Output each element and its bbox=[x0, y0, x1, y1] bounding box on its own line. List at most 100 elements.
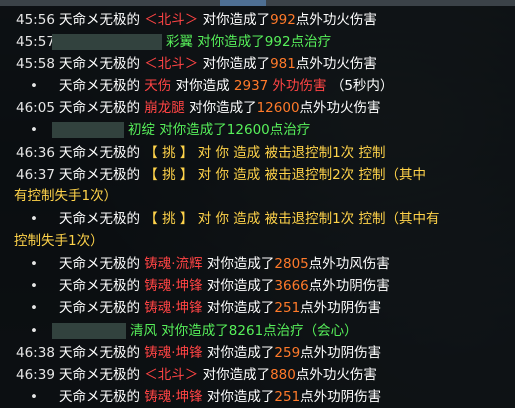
log-line: • 天命メ无极的 【 挑 】 对 你 造成 被击退控制1次 控制（其中有 bbox=[0, 208, 515, 230]
damage-type: 点外功火伤害 bbox=[295, 12, 377, 28]
log-line: 46:39 天命メ无极的 ＜北斗＞ 对你造成了880点外功火伤害 bbox=[0, 364, 515, 386]
timestamp: 46:05 bbox=[16, 100, 55, 116]
verb: 对你造成了 bbox=[206, 345, 275, 361]
game-scene-background: 45:56 天命メ无极的 ＜北斗＞ 对你造成了992点外功火伤害 45:57 彩… bbox=[0, 0, 515, 408]
verb: 对你造成了 bbox=[206, 300, 275, 316]
timestamp: 45:56 bbox=[16, 12, 55, 28]
skill-name: 崩龙腿 bbox=[144, 100, 185, 116]
attacker: 天命メ无极的 bbox=[59, 100, 140, 116]
obscured-name bbox=[52, 122, 124, 138]
skill-name: ＜北斗＞ bbox=[144, 12, 199, 28]
damage-number: 992 bbox=[270, 12, 296, 28]
bullet-dot: • bbox=[30, 278, 38, 294]
damage-number: 981 bbox=[270, 56, 296, 72]
attacker: 天命メ无极的 bbox=[59, 145, 140, 161]
damage-number: 2937 bbox=[233, 78, 269, 94]
log-line: • 天命メ无极的 铸魂·坤锋 对你造成了251点外功阴伤害 bbox=[0, 386, 515, 408]
log-line: 45:56 天命メ无极的 ＜北斗＞ 对你造成了992点外功火伤害 bbox=[0, 9, 515, 31]
log-line: 46:38 天命メ无极的 铸魂·坤锋 对你造成了259点外功阴伤害 bbox=[0, 342, 515, 364]
word: 控制（其中有 bbox=[358, 211, 440, 227]
verb: 对你造成了 bbox=[202, 56, 271, 72]
bullet-dot: • bbox=[30, 122, 38, 138]
word: 对 bbox=[197, 145, 212, 161]
skill-name: ＜北斗＞ bbox=[144, 56, 199, 72]
attacker: 天命メ无极的 bbox=[59, 12, 140, 28]
healer-name: 初绽 bbox=[128, 122, 155, 138]
heal-text: 对你造成了12600点治疗 bbox=[159, 122, 311, 138]
verb: 对你造成了 bbox=[202, 12, 271, 28]
attacker: 天命メ无极的 bbox=[59, 278, 140, 294]
skill-name: 铸魂·坤锋 bbox=[144, 300, 203, 316]
log-line: 45:57 彩翼 对你造成了992点治疗 bbox=[0, 31, 515, 53]
timestamp: 46:37 bbox=[16, 167, 55, 183]
damage-number: 259 bbox=[274, 345, 301, 361]
verb: 对你造成了 bbox=[206, 278, 275, 294]
control-effect: 被击退控制2次 bbox=[264, 167, 355, 183]
log-line: • 天命メ无极的 铸魂·坤锋 对你造成了251点外功阴伤害 bbox=[0, 297, 515, 319]
attacker: 天命メ无极的 bbox=[59, 367, 140, 383]
word: 对 bbox=[197, 167, 212, 183]
wrapped-text: 有控制失手1次） bbox=[14, 188, 118, 204]
skill-name: 【 挑 】 bbox=[144, 145, 194, 161]
log-line: 45:58 天命メ无极的 ＜北斗＞ 对你造成了981点外功火伤害 bbox=[0, 53, 515, 75]
verb: 对你造成了 bbox=[206, 256, 275, 272]
timestamp: 46:39 bbox=[16, 367, 55, 383]
skill-name: 铸魂·坤锋 bbox=[144, 389, 203, 405]
heal-text: 对你造成了992点治疗 bbox=[197, 34, 332, 50]
log-line-wrap: 控制失手1次） bbox=[0, 230, 515, 252]
skill-name: ＜北斗＞ bbox=[144, 367, 199, 383]
skill-name: 天伤 bbox=[144, 78, 172, 94]
damage-type: 点外功火伤害 bbox=[299, 100, 381, 116]
verb: 对你造成 bbox=[175, 78, 230, 94]
skill-name: 【 挑 】 bbox=[144, 167, 194, 183]
bullet-dot: • bbox=[30, 323, 38, 339]
attacker: 天命メ无极的 bbox=[59, 300, 140, 316]
obscured-name bbox=[52, 34, 162, 50]
bullet-dot: • bbox=[30, 300, 38, 316]
heal-text: 对你造成了8261点治疗（会心） bbox=[161, 323, 358, 339]
damage-type: 点外功火伤害 bbox=[295, 56, 377, 72]
timestamp: 45:58 bbox=[16, 56, 55, 72]
attacker: 天命メ无极的 bbox=[59, 167, 140, 183]
log-line: • 初绽 对你造成了12600点治疗 bbox=[0, 119, 515, 141]
skill-name: 【 挑 】 bbox=[144, 211, 194, 227]
control-effect: 被击退控制1次 bbox=[264, 211, 355, 227]
skill-name: 铸魂·流辉 bbox=[144, 256, 203, 272]
timestamp: 46:38 bbox=[16, 345, 55, 361]
damage-type: 点外功阴伤害 bbox=[300, 345, 382, 361]
attacker: 天命メ无极的 bbox=[59, 345, 140, 361]
log-line: • 天命メ无极的 铸魂·坤锋 对你造成了3666点外功阴伤害 bbox=[0, 275, 515, 297]
damage-number: 2805 bbox=[274, 256, 309, 272]
log-line-wrap: 有控制失手1次） bbox=[0, 185, 515, 207]
word: 对 bbox=[197, 211, 212, 227]
bullet-dot: • bbox=[30, 256, 38, 272]
timestamp: 46:36 bbox=[16, 145, 55, 161]
word: 控制 bbox=[358, 145, 386, 161]
attacker: 天命メ无极的 bbox=[59, 211, 140, 227]
word: 造成 bbox=[233, 167, 261, 183]
damage-number: 3666 bbox=[274, 278, 309, 294]
word: 造成 bbox=[233, 211, 261, 227]
control-effect: 被击退控制1次 bbox=[264, 145, 355, 161]
attacker: 天命メ无极的 bbox=[59, 56, 140, 72]
bullet-dot: • bbox=[30, 211, 38, 227]
word: 控制（其中 bbox=[358, 167, 426, 183]
log-line: 46:37 天命メ无极的 【 挑 】 对 你 造成 被击退控制2次 控制（其中 bbox=[0, 164, 515, 186]
attacker: 天命メ无极的 bbox=[59, 256, 140, 272]
combat-log-panel[interactable]: 45:56 天命メ无极的 ＜北斗＞ 对你造成了992点外功火伤害 45:57 彩… bbox=[0, 6, 515, 408]
damage-number: 12600 bbox=[256, 100, 300, 116]
damage-number: 251 bbox=[274, 300, 301, 316]
verb: 对你造成了 bbox=[206, 389, 275, 405]
bullet-dot: • bbox=[30, 78, 38, 94]
log-line: • 清风 对你造成了8261点治疗（会心） bbox=[0, 320, 515, 342]
damage-type: 点外功火伤害 bbox=[295, 367, 377, 383]
verb: 对你造成了 bbox=[202, 367, 271, 383]
damage-number: 880 bbox=[270, 367, 296, 383]
damage-type: 点外功阴伤害 bbox=[300, 300, 382, 316]
attacker: 天命メ无极的 bbox=[59, 389, 140, 405]
skill-name: 铸魂·坤锋 bbox=[144, 345, 203, 361]
damage-number: 251 bbox=[274, 389, 301, 405]
skill-name: 铸魂·坤锋 bbox=[144, 278, 203, 294]
damage-type: 点外功阴伤害 bbox=[308, 278, 390, 294]
log-line: 46:36 天命メ无极的 【 挑 】 对 你 造成 被击退控制1次 控制 bbox=[0, 142, 515, 164]
